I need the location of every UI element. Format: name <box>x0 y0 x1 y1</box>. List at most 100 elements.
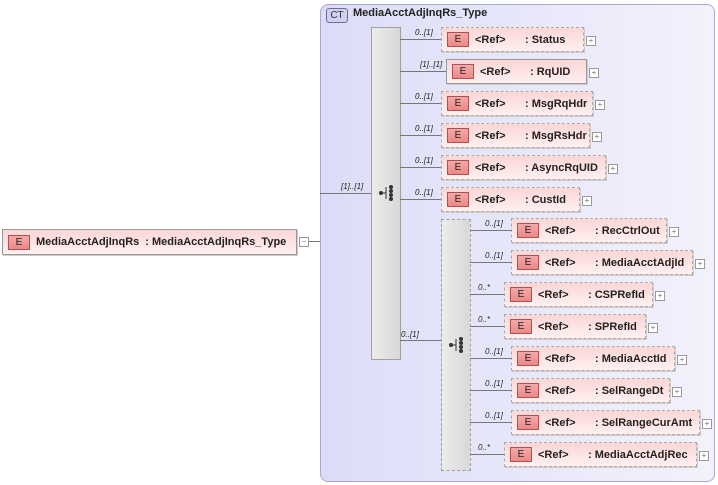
element-name: : Status <box>525 33 566 46</box>
occurrence-label: 0..[1] <box>485 251 503 260</box>
complex-type-badge: CT <box>326 8 348 23</box>
ref-label: <Ref> <box>545 224 576 237</box>
element-name: : SPRefId <box>588 320 637 333</box>
ref-label: <Ref> <box>475 33 506 46</box>
element-name: : MediaAcctAdjRec <box>588 448 688 461</box>
ref-label: <Ref> <box>475 129 506 142</box>
connector <box>470 390 511 391</box>
root-element[interactable]: E MediaAcctAdjInqRs : MediaAcctAdjInqRs_… <box>2 229 297 255</box>
connector <box>400 103 441 104</box>
connector <box>400 71 446 72</box>
inner-sequence-occurrence: 0..[1] <box>401 330 419 339</box>
expand-icon[interactable]: + <box>669 227 679 237</box>
ref-label: <Ref> <box>545 416 576 429</box>
collapse-icon[interactable]: − <box>299 237 309 247</box>
expand-icon[interactable]: + <box>582 196 592 206</box>
element-name: : MsgRsHdr <box>525 129 587 142</box>
root-element-name: MediaAcctAdjInqRs <box>36 236 140 248</box>
occurrence-label: 0..* <box>478 443 491 452</box>
element-badge: E <box>510 287 532 302</box>
element-name: : RecCtrlOut <box>595 224 660 237</box>
sequence-occurrence: [1]..[1] <box>341 182 364 191</box>
occurrence-label: 0..[1] <box>415 92 433 101</box>
expand-icon[interactable]: + <box>655 291 665 301</box>
element-badge: E <box>517 223 539 238</box>
connector <box>470 326 504 327</box>
element-node[interactable]: E <Ref>: SPRefId <box>504 314 646 339</box>
occurrence-label: 0..[1] <box>485 219 503 228</box>
element-badge: E <box>447 32 469 47</box>
element-node[interactable]: E <Ref> : MediaAcctId <box>511 346 675 371</box>
expand-icon[interactable]: + <box>592 132 602 142</box>
expand-icon[interactable]: + <box>702 419 712 429</box>
occurrence-label: 0..[1] <box>415 28 433 37</box>
element-badge: E <box>517 255 539 270</box>
element-badge: E <box>8 234 30 250</box>
expand-icon[interactable]: + <box>648 323 658 333</box>
sequence-icon <box>449 337 463 353</box>
expand-icon[interactable]: + <box>586 36 596 46</box>
ref-label: <Ref> <box>538 288 569 301</box>
element-name: : SelRangeDt <box>595 384 664 397</box>
connector <box>400 39 441 40</box>
connector <box>470 358 511 359</box>
element-name: : MsgRqHdr <box>525 97 588 110</box>
element-badge: E <box>447 96 469 111</box>
element-node[interactable]: E <Ref> : MediaAcctAdjId <box>511 250 693 275</box>
ref-label: <Ref> <box>545 352 576 365</box>
element-node[interactable]: E <Ref>: MsgRqHdr <box>441 91 593 116</box>
element-node[interactable]: E <Ref>: AsyncRqUID <box>441 155 606 180</box>
element-name: : CustId <box>525 193 566 206</box>
element-node[interactable]: E <Ref>: MediaAcctAdjRec <box>504 442 697 467</box>
complex-type-title: MediaAcctAdjInqRs_Type <box>353 7 488 19</box>
root-element-type: : MediaAcctAdjInqRs_Type <box>145 236 287 248</box>
expand-icon[interactable]: + <box>677 355 687 365</box>
element-name: : AsyncRqUID <box>525 161 598 174</box>
connector <box>309 241 320 242</box>
element-node[interactable]: E <Ref> : Status <box>441 27 584 52</box>
occurrence-label: 0..[1] <box>485 379 503 388</box>
ref-label: <Ref> <box>475 161 506 174</box>
connector <box>470 294 504 295</box>
element-name: : CSPRefId <box>588 288 645 301</box>
element-node[interactable]: E <Ref> : CustId <box>441 187 580 212</box>
connector <box>400 199 441 200</box>
element-badge: E <box>452 64 474 79</box>
ref-label: <Ref> <box>475 193 506 206</box>
occurrence-label: 0..[1] <box>415 188 433 197</box>
element-badge: E <box>517 351 539 366</box>
connector <box>400 135 441 136</box>
occurrence-label: 0..[1] <box>485 347 503 356</box>
expand-icon[interactable]: + <box>589 68 599 78</box>
expand-icon[interactable]: + <box>695 259 705 269</box>
element-name: : MediaAcctId <box>595 352 667 365</box>
element-node[interactable]: E <Ref> : SelRangeCurAmt <box>511 410 700 435</box>
connector <box>470 262 511 263</box>
expand-icon[interactable]: + <box>699 451 709 461</box>
element-node[interactable]: E <Ref> : RqUID <box>446 59 587 84</box>
expand-icon[interactable]: + <box>608 164 618 174</box>
ref-label: <Ref> <box>538 320 569 333</box>
element-name: : RqUID <box>530 65 571 78</box>
element-node[interactable]: E <Ref>: SelRangeDt <box>511 378 670 403</box>
element-badge: E <box>447 192 469 207</box>
element-name: : SelRangeCurAmt <box>595 416 693 429</box>
occurrence-label: 0..[1] <box>415 156 433 165</box>
connector <box>470 454 504 455</box>
element-badge: E <box>517 415 539 430</box>
element-badge: E <box>447 128 469 143</box>
ref-label: <Ref> <box>480 65 511 78</box>
connector <box>400 167 441 168</box>
element-name: : MediaAcctAdjId <box>595 256 685 269</box>
element-badge: E <box>517 383 539 398</box>
expand-icon[interactable]: + <box>595 100 605 110</box>
expand-icon[interactable]: + <box>672 387 682 397</box>
connector <box>400 340 441 341</box>
ref-label: <Ref> <box>545 256 576 269</box>
element-node[interactable]: E <Ref> : RecCtrlOut <box>511 218 667 243</box>
occurrence-label: 0..* <box>478 315 491 324</box>
element-node[interactable]: E <Ref> : CSPRefId <box>504 282 653 307</box>
occurrence-label: 0..[1] <box>415 124 433 133</box>
connector <box>470 230 511 231</box>
element-node[interactable]: E <Ref> : MsgRsHdr <box>441 123 590 148</box>
